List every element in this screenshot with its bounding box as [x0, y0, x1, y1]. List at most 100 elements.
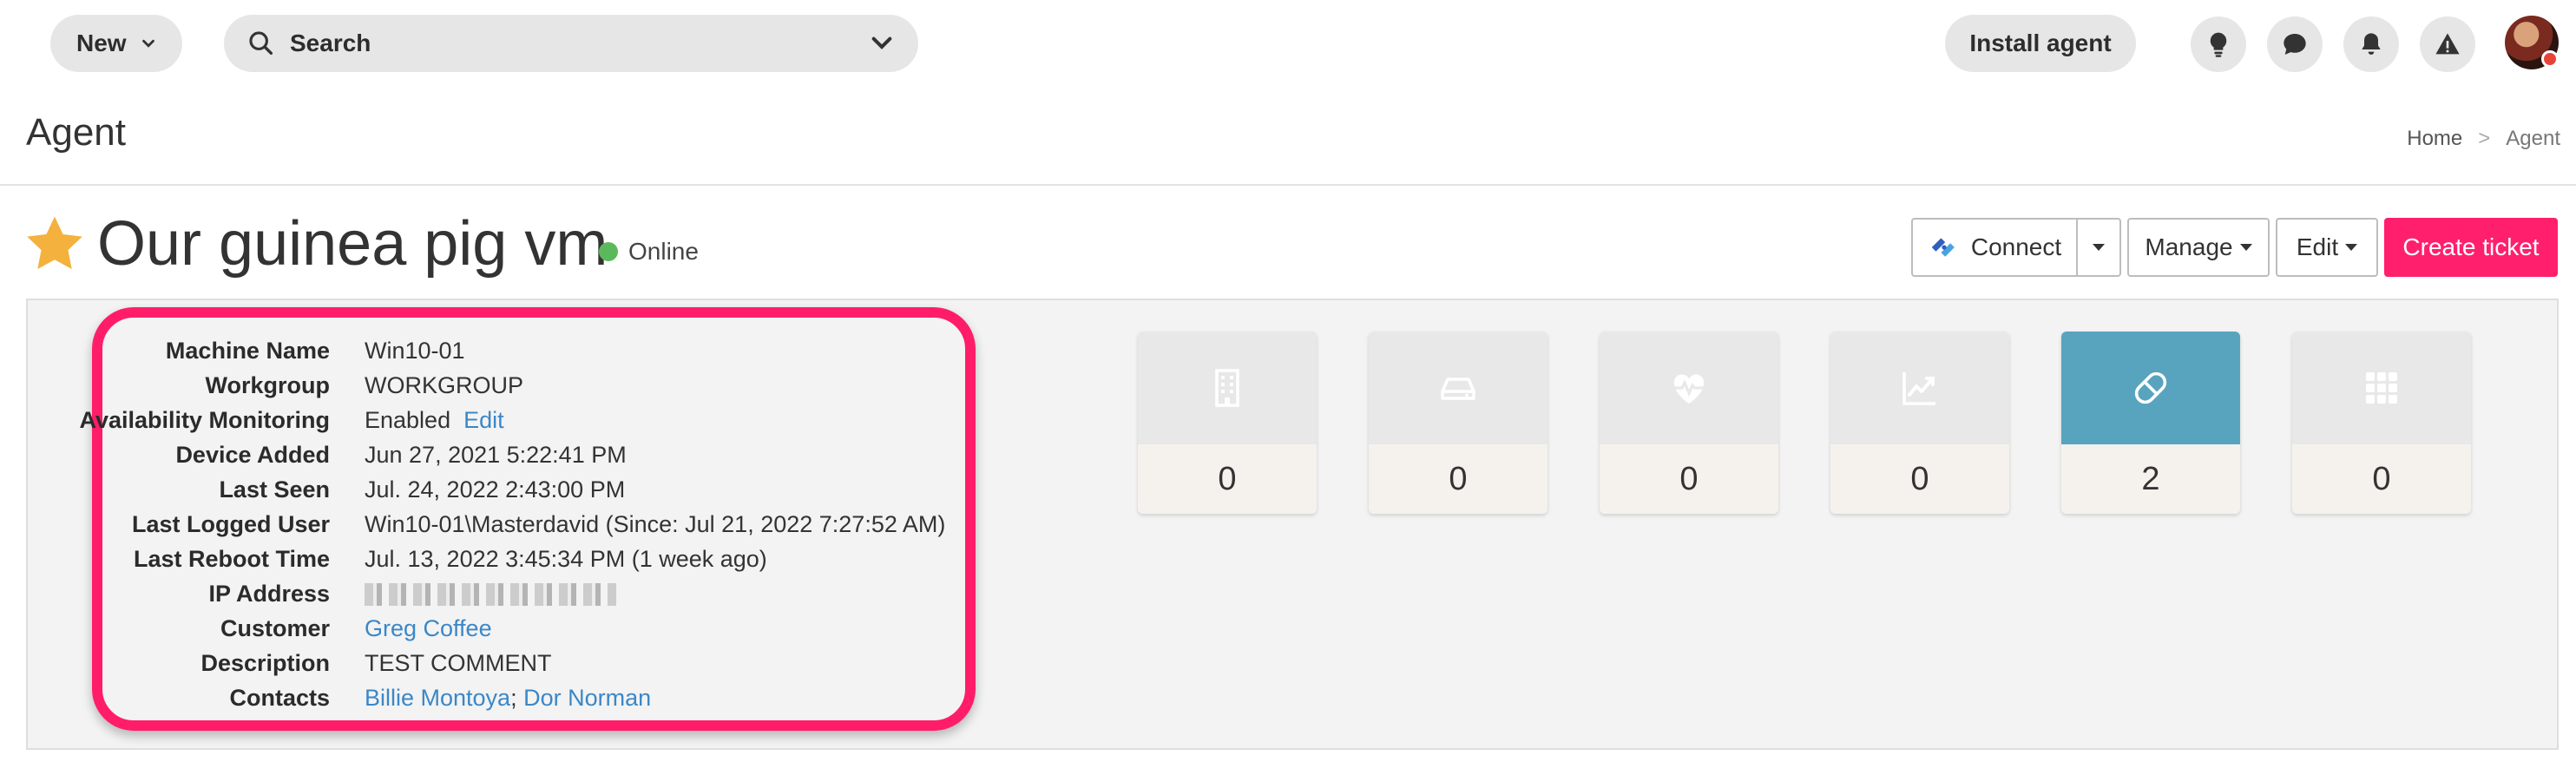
agent-title-row: Our guinea pig vm Online Connect Manage …	[0, 186, 2576, 299]
chat-icon	[2284, 34, 2306, 55]
detail-value	[365, 581, 616, 608]
favorite-star-icon[interactable]	[23, 212, 87, 276]
chart-line-icon	[1902, 372, 1935, 405]
status-badge: Online	[599, 238, 699, 266]
top-bar: New Search Install agent	[0, 0, 2576, 87]
tile-storage[interactable]: 0	[1369, 332, 1548, 514]
breadcrumb-current: Agent	[2506, 127, 2560, 150]
detail-label: Last Logged User	[131, 510, 330, 537]
detail-value: Jul. 13, 2022 3:45:34 PM (1 week ago)	[365, 545, 767, 572]
detail-row-ip-address: IP Address	[52, 576, 972, 611]
search-input[interactable]: Search	[224, 15, 918, 72]
bell-icon	[2362, 33, 2381, 55]
heartbeat-icon	[1673, 374, 1705, 404]
status-dot	[599, 242, 618, 261]
page-header: Agent Home > Agent	[0, 87, 2576, 186]
detail-label: Description	[200, 649, 330, 676]
alerts-button[interactable]	[2420, 16, 2475, 72]
detail-value: TEST COMMENT	[365, 649, 552, 676]
create-ticket-label: Create ticket	[2402, 233, 2540, 260]
manage-label: Manage	[2145, 233, 2233, 260]
detail-row-device-added: Device Added Jun 27, 2021 5:22:41 PM	[52, 437, 972, 472]
tips-button[interactable]	[2191, 16, 2246, 72]
customer-link[interactable]: Greg Coffee	[365, 615, 492, 642]
detail-row-description: Description TEST COMMENT	[52, 646, 972, 680]
detail-value: Win10-01	[365, 337, 465, 364]
breadcrumb-home[interactable]: Home	[2407, 127, 2462, 151]
redacted-ip-address	[365, 583, 616, 607]
detail-label: IP Address	[208, 580, 330, 607]
caret-down-icon	[2239, 244, 2252, 251]
caret-down-icon	[2345, 244, 2358, 251]
manage-dropdown-button[interactable]: Manage	[2127, 218, 2270, 277]
detail-value: Jul. 24, 2022 2:43:00 PM	[365, 476, 626, 503]
alert-icon	[2435, 33, 2460, 55]
pill-icon	[2134, 371, 2167, 404]
breadcrumb-separator: >	[2478, 127, 2491, 150]
new-button[interactable]: New	[50, 15, 182, 72]
detail-value: Jun 27, 2021 5:22:41 PM	[365, 441, 627, 468]
tile-count: 0	[1369, 444, 1548, 514]
detail-row-last-logged-user: Last Logged User Win10-01\Masterdavid (S…	[52, 507, 972, 542]
detail-row-workgroup: Workgroup WORKGROUP	[52, 368, 972, 403]
detail-row-availability: Availability Monitoring Enabled Edit	[52, 403, 972, 437]
contact-separator: ;	[510, 684, 517, 711]
status-label: Online	[628, 238, 699, 265]
detail-label: Customer	[220, 614, 330, 641]
install-agent-button[interactable]: Install agent	[1945, 15, 2136, 72]
contact-link[interactable]: Billie Montoya	[365, 685, 510, 711]
tile-applications[interactable]: 0	[2292, 332, 2471, 514]
detail-row-customer: Customer Greg Coffee	[52, 611, 972, 646]
caret-down-icon	[2093, 244, 2105, 251]
detail-row-last-seen: Last Seen Jul. 24, 2022 2:43:00 PM	[52, 472, 972, 507]
tile-patches[interactable]: 2	[2061, 332, 2240, 514]
tile-count: 0	[2292, 444, 2471, 514]
tile-health[interactable]: 0	[1600, 332, 1778, 514]
tile-hardware[interactable]: 0	[1138, 332, 1317, 514]
detail-row-machine-name: Machine Name Win10-01	[52, 333, 972, 368]
edit-label: Edit	[2296, 233, 2339, 260]
create-ticket-button[interactable]: Create ticket	[2384, 218, 2558, 277]
edit-dropdown-button[interactable]: Edit	[2276, 218, 2378, 277]
drive-icon	[1441, 378, 1475, 400]
detail-value: WORKGROUP	[365, 371, 524, 398]
chat-button[interactable]	[2267, 16, 2323, 72]
chevron-down-icon[interactable]	[868, 30, 896, 57]
detail-label: Machine Name	[165, 337, 330, 364]
tile-count: 0	[1138, 444, 1317, 514]
detail-label: Last Seen	[219, 476, 330, 503]
presence-indicator	[2541, 50, 2559, 68]
search-label: Search	[290, 30, 371, 56]
connect-dropdown-toggle[interactable]	[2076, 218, 2121, 277]
search-icon	[249, 31, 273, 56]
detail-label: Contacts	[229, 684, 330, 711]
tile-performance[interactable]: 0	[1830, 332, 2009, 514]
detail-label: Workgroup	[205, 371, 331, 398]
detail-value: Billie Montoya; Dor Norman	[365, 685, 651, 712]
detail-row-contacts: Contacts Billie Montoya; Dor Norman	[52, 680, 972, 715]
tile-count: 0	[1830, 444, 2009, 514]
detail-value: Enabled Edit	[365, 407, 504, 434]
connect-button[interactable]: Connect	[1911, 218, 2078, 277]
agent-name: Our guinea pig vm	[97, 209, 608, 279]
availability-edit-link[interactable]: Edit	[463, 407, 504, 433]
connect-label: Connect	[1970, 233, 2062, 260]
lightbulb-icon	[2210, 32, 2227, 57]
availability-value: Enabled	[365, 406, 451, 433]
detail-row-last-reboot: Last Reboot Time Jul. 13, 2022 3:45:34 P…	[52, 542, 972, 576]
chevron-down-icon	[141, 39, 154, 48]
detail-label: Device Added	[175, 441, 330, 468]
detail-label: Last Reboot Time	[133, 545, 330, 572]
page-title: Agent	[26, 111, 126, 154]
breadcrumb: Home > Agent	[2407, 127, 2560, 151]
remote-connect-icon	[1931, 238, 1955, 257]
detail-value: Win10-01\Masterdavid (Since: Jul 21, 202…	[365, 510, 946, 537]
new-label: New	[76, 30, 127, 56]
contact-link[interactable]: Dor Norman	[523, 685, 651, 711]
tile-count: 2	[2061, 444, 2240, 514]
grid-icon	[2366, 372, 2397, 404]
install-agent-label: Install agent	[1969, 30, 2112, 56]
notifications-button[interactable]	[2343, 16, 2399, 72]
tile-count: 0	[1600, 444, 1778, 514]
building-icon	[1215, 369, 1239, 407]
